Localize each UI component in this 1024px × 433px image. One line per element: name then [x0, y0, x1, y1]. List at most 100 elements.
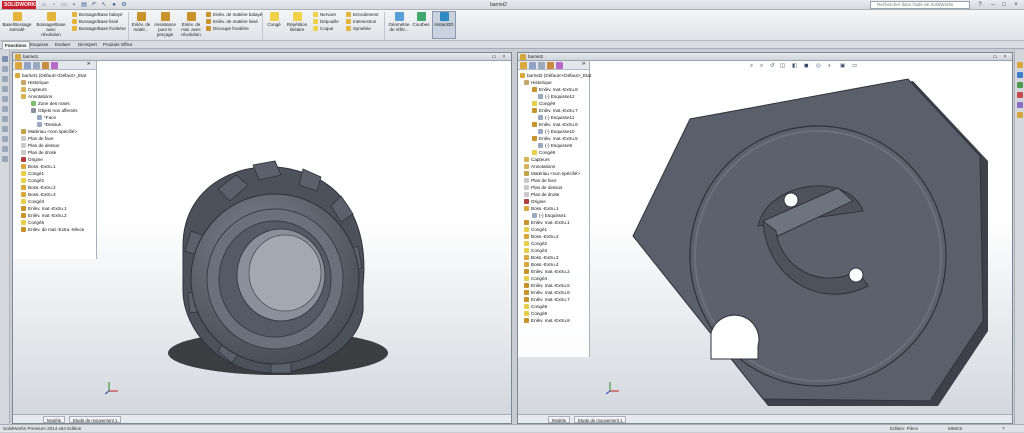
help-icon[interactable]: ? [975, 1, 985, 9]
shell-icon [313, 26, 318, 31]
property-manager-tab-icon[interactable] [529, 62, 536, 69]
tab-motion-study[interactable]: Etude de mouvement 1 [574, 416, 627, 423]
part-document-icon [520, 54, 526, 60]
extruded-cut-button[interactable]: Enlèv. de matér... [131, 12, 151, 32]
file-explorer-icon[interactable] [1017, 82, 1023, 88]
part-model-plate[interactable] [518, 61, 1012, 414]
lofted-cut-button[interactable]: Enlèv. de matière lissé [206, 19, 258, 25]
display-manager-tab-icon[interactable] [556, 62, 563, 69]
fillet-icon [524, 227, 529, 232]
tab-motion-study[interactable]: Etude de mouvement 1 [69, 416, 122, 423]
instant3d-button[interactable]: Instant3D [432, 11, 456, 39]
mirror-button[interactable]: Symétrie [346, 26, 371, 32]
sketch-tool-icon[interactable] [2, 66, 8, 72]
expand-panel-icon[interactable]: » [87, 61, 90, 67]
shell-button[interactable]: Coque [313, 26, 333, 32]
expand-panel-icon[interactable]: » [582, 61, 585, 67]
boundary-cut-button[interactable]: Découpe frontière [206, 26, 249, 32]
sketch-icon [538, 143, 543, 148]
graphics-area[interactable]: » barriet1 (Défaut<<Défaut>_Etat Histori… [13, 61, 511, 414]
draft-button[interactable]: Dépouille [313, 19, 339, 25]
maximize-icon[interactable]: □ [999, 1, 1009, 9]
restore-icon[interactable]: ▭ [992, 54, 998, 60]
undo-icon[interactable]: ↶ [90, 1, 98, 9]
swept-boss-button[interactable]: Bossage/Base balayé [72, 12, 123, 18]
feature-tree-tab-icon[interactable] [15, 62, 22, 69]
save-icon[interactable]: ▪ [70, 1, 78, 9]
intersect-button[interactable]: Intersection [346, 19, 376, 25]
tab-dimxpert[interactable]: DimXpert [76, 41, 99, 49]
new-document-icon[interactable]: ▫ [50, 1, 58, 9]
swept-cut-button[interactable]: Enlèv. de matière balayé [206, 12, 262, 18]
close-icon[interactable]: × [1011, 1, 1021, 9]
document-title-bar: barriet1 ▭ × [13, 53, 511, 61]
plane-icon [524, 178, 529, 183]
smart-dimension-icon[interactable] [2, 76, 8, 82]
display-manager-tab-icon[interactable] [51, 62, 58, 69]
design-library-icon[interactable] [1017, 72, 1023, 78]
cut-icon [524, 269, 529, 274]
offset-tool-icon[interactable] [2, 146, 8, 152]
tree-item[interactable]: Enlèv. mat.-Extru.8 [524, 317, 570, 324]
tab-evaluate[interactable]: Evaluer [53, 41, 72, 49]
resources-icon[interactable] [1017, 62, 1023, 68]
spline-tool-icon[interactable] [2, 126, 8, 132]
feature-tree-tab-icon[interactable] [520, 62, 527, 69]
mirror-tool-icon[interactable] [2, 156, 8, 162]
help-search-input[interactable]: Rechercher dans l'aide de SolidWorks [870, 1, 970, 9]
circle-tool-icon[interactable] [2, 106, 8, 112]
wrap-button[interactable]: Enroulement [346, 12, 379, 18]
graphics-area[interactable]: ⌕ ⌕ ↺ ◫ ◧ ◼ ◎ ◐ ▣ ▭ » barriet2 (Défaut<<… [518, 61, 1012, 414]
dimxpert-tab-icon[interactable] [547, 62, 554, 69]
solidworks-logo[interactable]: SOLIDWORKS [2, 1, 38, 9]
reference-geometry-button[interactable]: Géométrie de référ... [387, 12, 411, 32]
fillet-button[interactable]: Congé [265, 12, 283, 27]
print-icon[interactable]: ▤ [80, 1, 88, 9]
configuration-tab-icon[interactable] [538, 62, 545, 69]
tab-features[interactable]: Fonctions [2, 41, 30, 49]
mirror-icon [346, 26, 351, 31]
tab-model[interactable]: Modèle [43, 416, 66, 423]
line-tool-icon[interactable] [2, 86, 8, 92]
home-icon[interactable]: ⌂ [40, 1, 48, 9]
arc-tool-icon[interactable] [2, 116, 8, 122]
rebuild-icon[interactable]: ● [110, 1, 118, 9]
curves-icon [416, 12, 426, 21]
view-palette-icon[interactable] [1017, 92, 1023, 98]
revolved-boss-button[interactable]: Bossage/Base avec révolution [36, 12, 66, 37]
tab-office-products[interactable]: Produits Office [101, 41, 134, 49]
revolved-cut-button[interactable]: Enlèv. de mat. avec révolution [179, 12, 203, 37]
close-icon[interactable]: × [1002, 54, 1008, 60]
open-icon[interactable]: ▭ [60, 1, 68, 9]
linear-pattern-button[interactable]: Répétition linéaire [285, 12, 309, 32]
trim-tool-icon[interactable] [2, 136, 8, 142]
rib-button[interactable]: Nervure [313, 12, 336, 18]
custom-properties-icon[interactable] [1017, 112, 1023, 118]
minimize-icon[interactable]: – [988, 1, 998, 9]
hole-wizard-button[interactable]: Assistance pour le perçage [153, 12, 177, 37]
restore-icon[interactable]: ▭ [491, 54, 497, 60]
extruded-boss-button[interactable]: Base/Bossage extrudé [2, 12, 32, 32]
close-icon[interactable]: × [501, 54, 507, 60]
rectangle-tool-icon[interactable] [2, 96, 8, 102]
tree-item[interactable]: Enlèv. de mat.-Extru.-Mince [21, 226, 84, 233]
document-window-barriet2: barriet2 ▭ × ⌕ ⌕ ↺ ◫ ◧ ◼ ◎ ◐ ▣ ▭ » barri… [517, 52, 1013, 424]
select-icon[interactable]: ↖ [100, 1, 108, 9]
boundary-boss-button[interactable]: Bossage/Base frontière [72, 26, 126, 32]
select-tool-icon[interactable] [2, 56, 8, 62]
extrude-icon [524, 262, 529, 267]
fillet-icon [269, 12, 279, 21]
notes-area-icon [31, 101, 36, 106]
curves-button[interactable]: Courbes [412, 12, 430, 27]
tab-model[interactable]: Modèle [548, 416, 571, 423]
tab-sketch[interactable]: Esquisse [28, 41, 50, 49]
options-icon[interactable]: ⚙ [120, 1, 128, 9]
property-manager-tab-icon[interactable] [24, 62, 31, 69]
plane-icon [21, 143, 26, 148]
lofted-boss-button[interactable]: Bossage/Base lissé [72, 19, 118, 25]
appearances-icon[interactable] [1017, 102, 1023, 108]
history-icon [524, 80, 529, 85]
view-icon [37, 122, 42, 127]
dimxpert-tab-icon[interactable] [42, 62, 49, 69]
configuration-tab-icon[interactable] [33, 62, 40, 69]
